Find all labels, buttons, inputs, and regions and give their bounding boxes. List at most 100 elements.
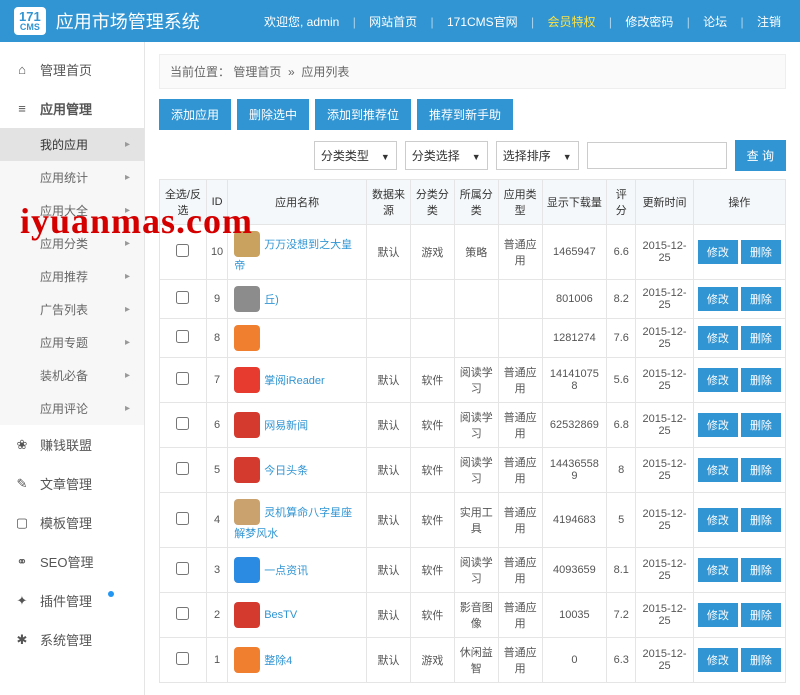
cell-name: 万万没想到之大皇帝 [228,225,367,280]
delete-button[interactable]: 删除 [741,326,781,350]
delete-button[interactable]: 删除 [741,287,781,311]
delete-selected-button[interactable]: 删除选中 [237,99,309,130]
link-forum[interactable]: 论坛 [698,15,732,29]
row-checkbox[interactable] [176,417,189,430]
cell-rating: 6.6 [607,225,636,280]
row-checkbox[interactable] [176,462,189,475]
cell-source [367,280,411,319]
app-icon [234,457,260,483]
cell-rating: 7.2 [607,593,636,638]
submenu-item[interactable]: 应用分类▸ [0,227,144,260]
submenu-item[interactable]: 应用专题▸ [0,326,144,359]
cell-id: 3 [206,548,227,593]
cell-source: 默认 [367,593,411,638]
table-header: 操作 [693,180,785,225]
row-checkbox[interactable] [176,291,189,304]
row-checkbox[interactable] [176,330,189,343]
search-input[interactable] [587,142,727,169]
table-header: 显示下载量 [542,180,607,225]
delete-button[interactable]: 删除 [741,458,781,482]
submenu-label: 我的应用 [40,136,88,153]
edit-button[interactable]: 修改 [698,558,738,582]
sidebar-item[interactable]: ≡应用管理 [0,89,144,128]
system-title: 应用市场管理系统 [56,8,259,34]
app-name-link[interactable]: BesTV [264,609,297,621]
edit-button[interactable]: 修改 [698,458,738,482]
add-app-button[interactable]: 添加应用 [159,99,231,130]
submenu-item[interactable]: 应用大全 ▸ [0,194,144,227]
row-checkbox[interactable] [176,244,189,257]
app-name-link[interactable]: 一点资讯 [264,565,308,577]
app-name-link[interactable]: 网易新闻 [264,420,308,432]
delete-button[interactable]: 删除 [741,413,781,437]
row-checkbox[interactable] [176,512,189,525]
row-checkbox[interactable] [176,607,189,620]
breadcrumb-item[interactable]: 管理首页 [233,65,281,79]
submenu-item[interactable]: 广告列表▸ [0,293,144,326]
sidebar-item[interactable]: ⚭SEO管理 [0,542,144,581]
cell-type: 普通应用 [498,493,542,548]
link-official[interactable]: 171CMS官网 [442,15,523,29]
row-checkbox[interactable] [176,652,189,665]
table-header: 应用类型 [498,180,542,225]
cell-date: 2015-12-25 [636,319,694,358]
delete-button[interactable]: 删除 [741,648,781,672]
category-type-select[interactable]: 分类类型▼ [314,141,397,170]
edit-button[interactable]: 修改 [698,603,738,627]
submenu-item[interactable]: 应用评论▸ [0,392,144,425]
edit-button[interactable]: 修改 [698,648,738,672]
link-password[interactable]: 修改密码 [620,15,678,29]
category-select[interactable]: 分类选择▼ [405,141,488,170]
sidebar-item[interactable]: ✱系统管理 [0,620,144,659]
edit-button[interactable]: 修改 [698,413,738,437]
delete-button[interactable]: 删除 [741,558,781,582]
delete-button[interactable]: 删除 [741,603,781,627]
cell-rating: 6.3 [607,638,636,683]
link-vip[interactable]: 会员特权 [543,15,601,29]
chevron-right-icon: ▸ [125,205,130,216]
edit-button[interactable]: 修改 [698,508,738,532]
app-icon [234,557,260,583]
row-checkbox[interactable] [176,372,189,385]
search-button[interactable]: 查 询 [735,140,786,171]
table-header[interactable]: 全选/反选 [160,180,207,225]
app-name-link[interactable]: 掌阅iReader [264,375,325,387]
app-name-link[interactable]: 今日头条 [264,465,308,477]
submenu-item[interactable]: 应用推荐▸ [0,260,144,293]
breadcrumb-prefix: 当前位置： [170,65,230,79]
submenu-item[interactable]: 装机必备▸ [0,359,144,392]
link-logout[interactable]: 注销 [752,15,786,29]
sidebar-item[interactable]: ▢模板管理 [0,503,144,542]
submenu-item[interactable]: 应用统计▸ [0,161,144,194]
sort-select[interactable]: 选择排序▼ [496,141,579,170]
link-home[interactable]: 网站首页 [364,15,422,29]
delete-button[interactable]: 删除 [741,240,781,264]
cell-ops: 修改 删除 [693,280,785,319]
app-name-link[interactable]: 整除4 [264,655,292,667]
cell-id: 8 [206,319,227,358]
edit-button[interactable]: 修改 [698,287,738,311]
add-to-recommend-button[interactable]: 添加到推荐位 [315,99,411,130]
sidebar-item[interactable]: ❀赚钱联盟 [0,425,144,464]
sidebar-item[interactable]: ⌂管理首页 [0,50,144,89]
cell-id: 7 [206,358,227,403]
submenu-item[interactable]: 我的应用▸ [0,128,144,161]
delete-button[interactable]: 删除 [741,368,781,392]
delete-button[interactable]: 删除 [741,508,781,532]
cell-name: 一点资讯 [228,548,367,593]
sidebar-item[interactable]: ✎文章管理 [0,464,144,503]
edit-button[interactable]: 修改 [698,326,738,350]
app-icon [234,499,260,525]
top-header: 171 CMS 应用市场管理系统 欢迎您, admin | 网站首页 | 171… [0,0,800,42]
edit-button[interactable]: 修改 [698,240,738,264]
submenu-label: 应用大全 [40,202,88,219]
submenu-label: 应用推荐 [40,268,88,285]
chevron-right-icon: ▸ [125,403,130,414]
edit-button[interactable]: 修改 [698,368,738,392]
cell-date: 2015-12-25 [636,448,694,493]
row-checkbox[interactable] [176,562,189,575]
caret-icon: ▼ [381,152,390,162]
app-name-link[interactable]: 丘) [264,294,279,306]
recommend-newbie-button[interactable]: 推荐到新手助 [417,99,513,130]
menu-label: SEO管理 [40,552,93,571]
